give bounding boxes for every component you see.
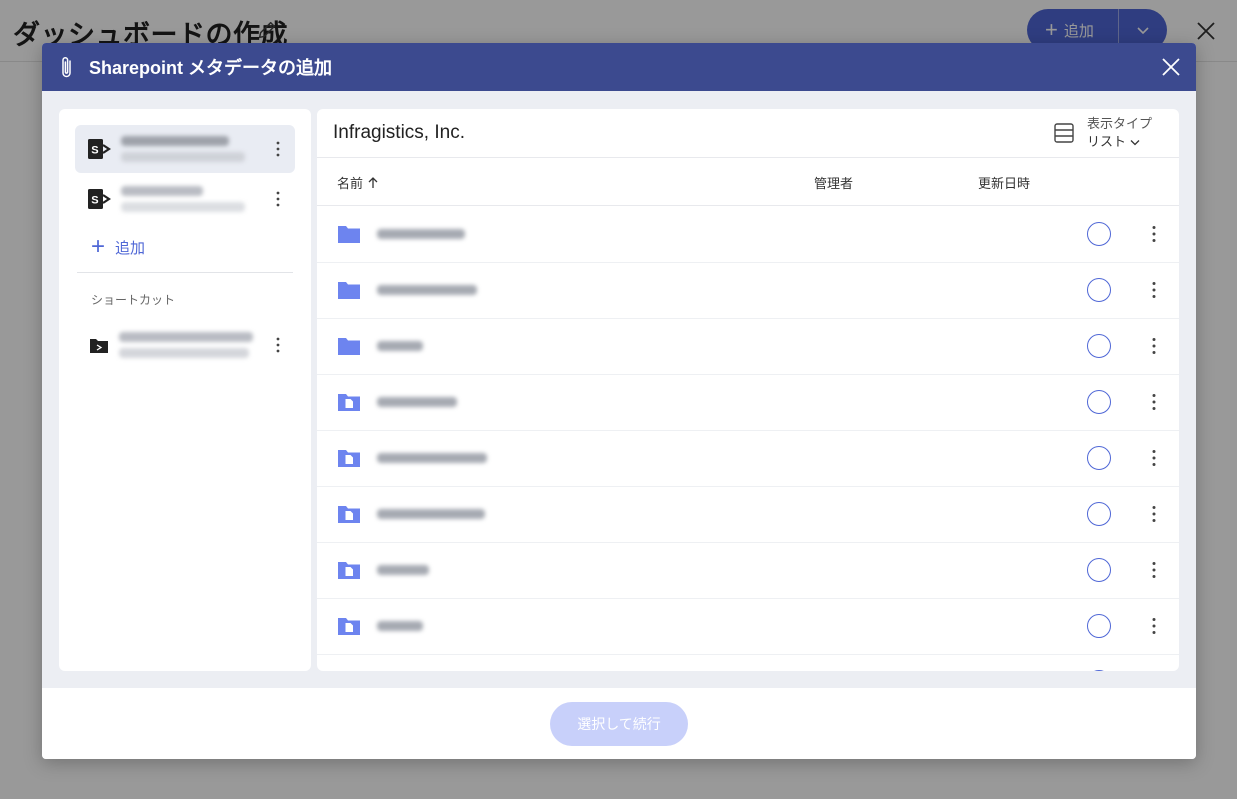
more-options-icon[interactable] [1151,281,1157,299]
column-name-label: 名前 [337,176,364,191]
list-view-icon [1054,123,1074,143]
table-row[interactable] [317,207,1179,263]
shortcuts-heading: ショートカット [91,293,176,307]
continue-button[interactable]: 選択して続行 [550,702,688,746]
view-type-label: 表示タイプ [1087,116,1153,131]
source-item[interactable]: S [75,125,295,173]
add-source-label: 追加 [115,239,146,257]
view-type-selector[interactable]: 表示タイプ リスト [1053,115,1152,151]
folder-icon [338,338,360,355]
table-row[interactable] [317,375,1179,431]
row-name-text [377,565,429,575]
column-header-owner[interactable]: 管理者 [814,173,853,192]
close-icon[interactable] [1160,56,1182,78]
more-options-icon[interactable] [1151,393,1157,411]
sharepoint-icon: S [88,139,111,159]
source-item-text [121,186,245,212]
chevron-down-icon [1130,140,1140,146]
more-options-icon[interactable] [1151,337,1157,355]
more-options-icon[interactable] [1151,225,1157,243]
row-select-radio[interactable] [1087,278,1111,302]
row-select-radio[interactable] [1087,558,1111,582]
sharepoint-icon: S [88,189,111,209]
shortcut-item[interactable] [75,321,295,369]
more-options-icon[interactable] [1151,505,1157,523]
row-name-text [377,453,487,463]
table-row[interactable] [317,263,1179,319]
row-name-text [377,341,423,351]
svg-text:S: S [91,145,98,157]
table-row[interactable] [317,599,1179,655]
divider [77,272,293,273]
table-row[interactable] [317,319,1179,375]
sharepoint-shortcut-icon [90,339,108,353]
add-source-button[interactable]: + 追加 [91,235,145,259]
row-select-radio[interactable] [1087,334,1111,358]
document-library-icon [338,562,360,579]
file-browser-panel: Infragistics, Inc. 表示タイプ リスト 名前 管理者 更新日時 [317,109,1179,671]
table-row[interactable] [317,543,1179,599]
row-name-text [377,621,423,631]
paperclip-icon [62,56,71,78]
more-options-icon[interactable] [275,191,281,207]
column-header-modified[interactable]: 更新日時 [978,173,1030,192]
document-library-icon [338,450,360,467]
table-row[interactable] [317,431,1179,487]
row-select-radio[interactable] [1087,614,1111,638]
row-name-text [377,229,465,239]
view-type-value: リスト [1087,134,1127,149]
table-row[interactable] [317,655,1179,671]
divider [317,157,1179,158]
folder-icon [338,282,360,299]
plus-icon: + [91,233,106,260]
dialog-header: Sharepoint メタデータの追加 [42,43,1196,91]
svg-text:S: S [91,195,98,207]
folder-icon [338,226,360,243]
row-select-radio[interactable] [1087,390,1111,414]
source-item-text [121,136,245,162]
row-select-radio[interactable] [1087,670,1111,671]
dialog-title: Sharepoint メタデータの追加 [89,58,333,78]
document-library-icon [338,506,360,523]
row-select-radio[interactable] [1087,222,1111,246]
row-name-text [377,509,485,519]
view-type-text: 表示タイプ リスト [1087,115,1152,151]
arrow-up-icon [368,177,378,188]
column-header-name[interactable]: 名前 [337,173,379,192]
shortcut-item-text [119,332,253,358]
row-select-radio[interactable] [1087,446,1111,470]
divider [317,205,1179,206]
more-options-icon[interactable] [275,141,281,157]
source-item[interactable]: S [75,175,295,223]
source-list-panel: S S + 追加 ショートカット [59,109,311,671]
more-options-icon[interactable] [1151,617,1157,635]
sharepoint-dialog: Sharepoint メタデータの追加 S S + 追加 ショートカット Inf… [42,43,1196,759]
row-name-text [377,397,457,407]
site-title: Infragistics, Inc. [333,122,465,143]
more-options-icon[interactable] [275,337,281,353]
dialog-footer: 選択して続行 [42,688,1196,759]
row-name-text [377,285,477,295]
more-options-icon[interactable] [1151,449,1157,467]
document-library-icon [338,394,360,411]
row-select-radio[interactable] [1087,502,1111,526]
document-library-icon [338,618,360,635]
more-options-icon[interactable] [1151,561,1157,579]
table-row[interactable] [317,487,1179,543]
